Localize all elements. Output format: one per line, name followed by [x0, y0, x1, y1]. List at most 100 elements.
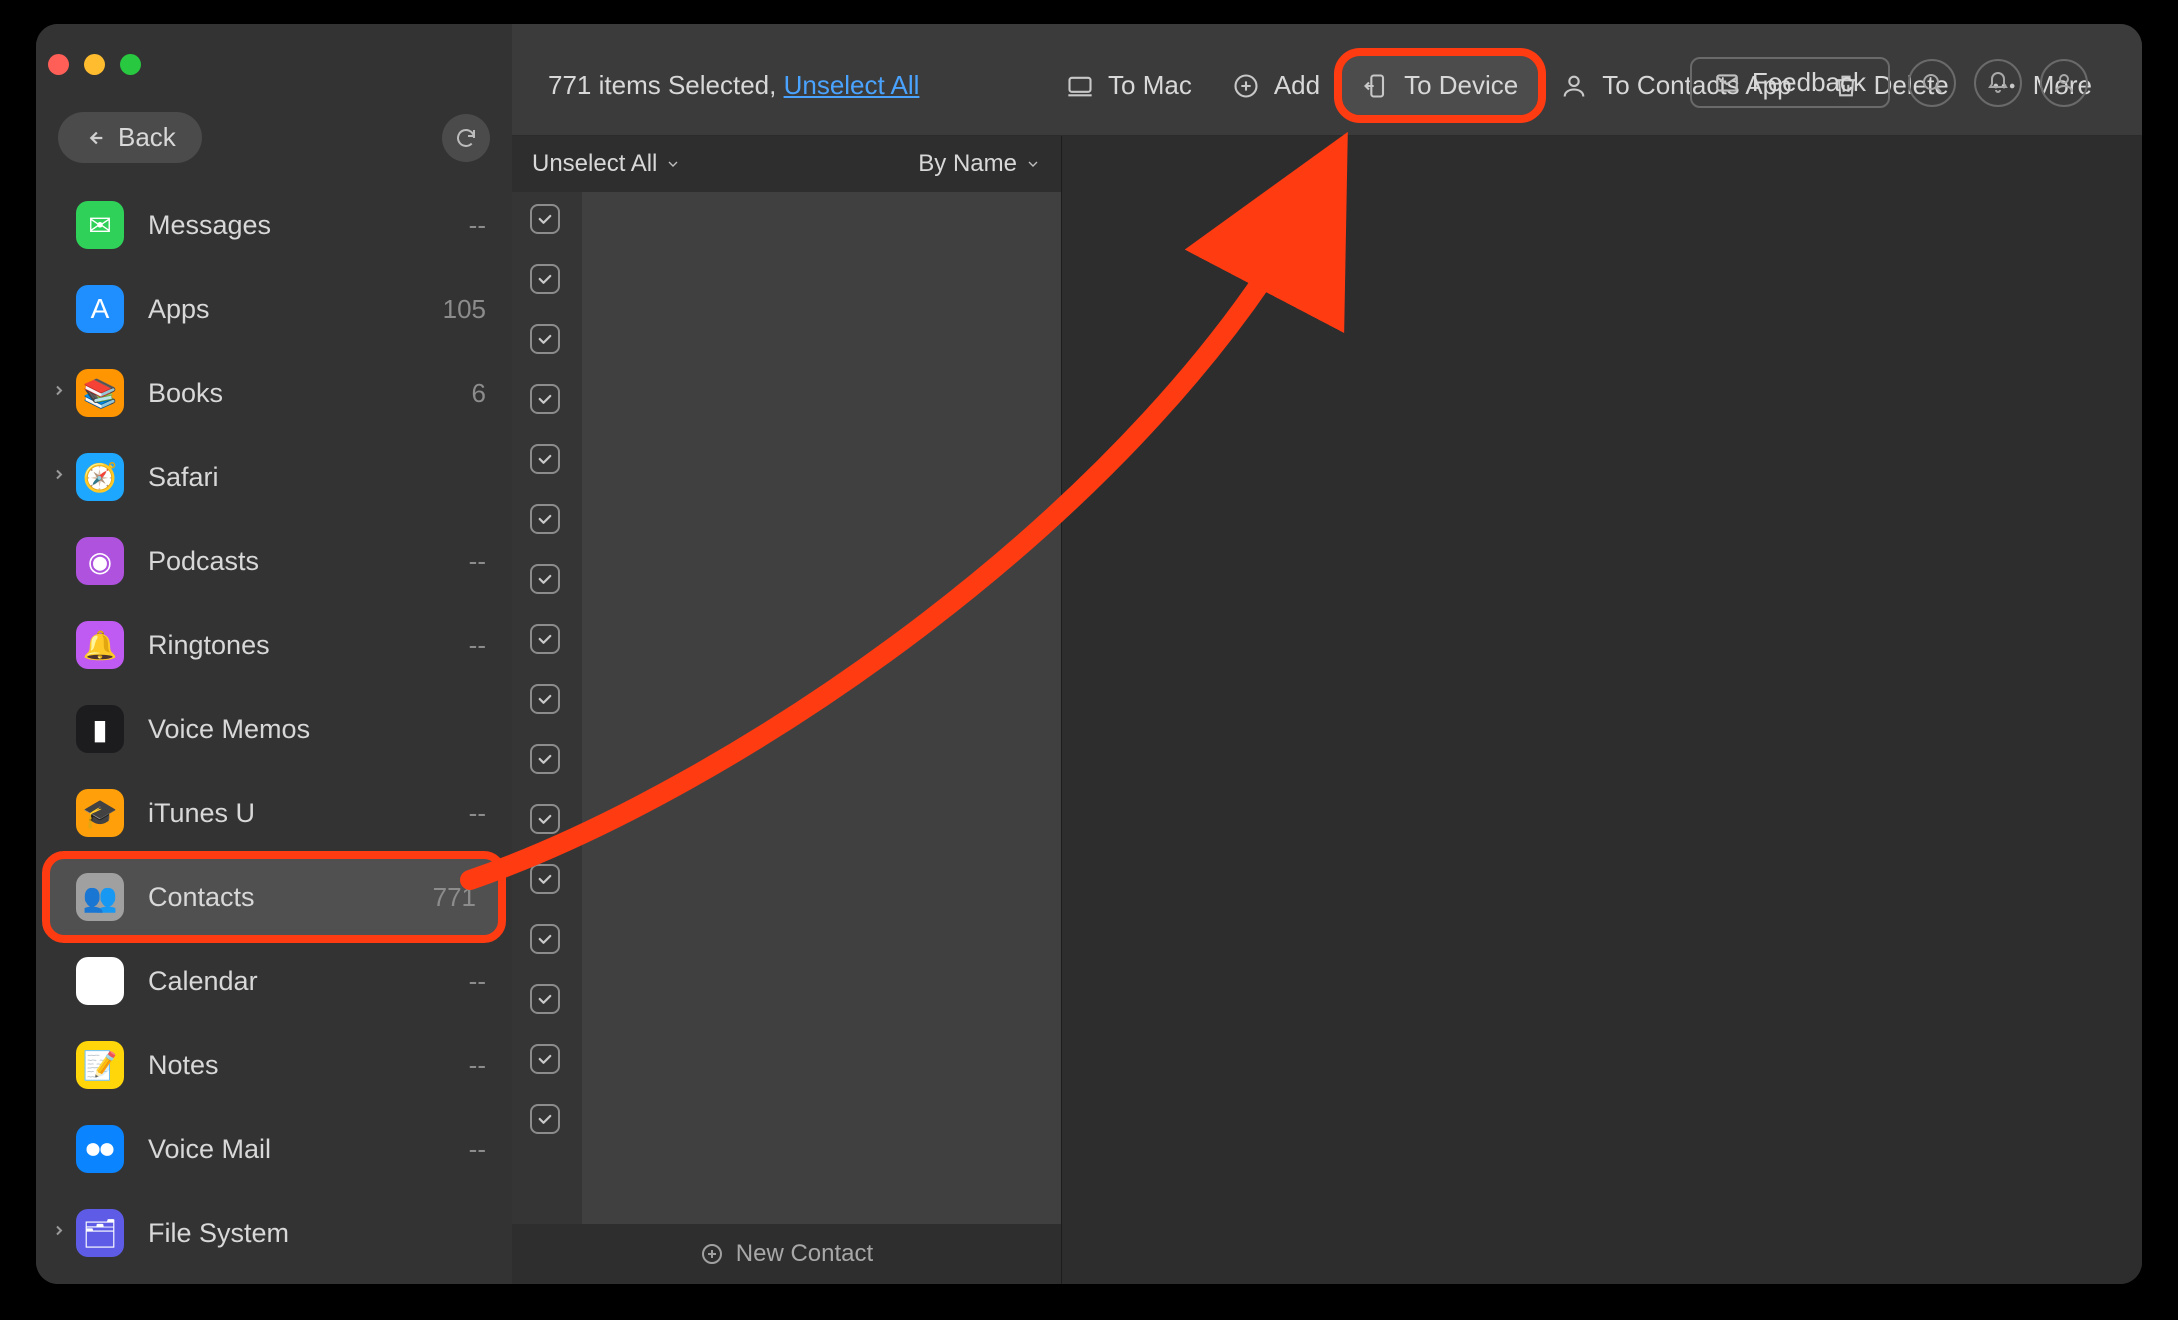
list-item[interactable] — [512, 324, 1061, 354]
to-mac-button[interactable]: To Mac — [1048, 60, 1210, 111]
checkbox[interactable] — [530, 1104, 560, 1134]
sort-dropdown[interactable]: By Name — [918, 150, 1041, 178]
list-item[interactable] — [512, 924, 1061, 954]
sort-label: By Name — [918, 150, 1017, 178]
account-button[interactable] — [2040, 59, 2088, 107]
sidebar-item-label: Contacts — [148, 882, 409, 913]
sidebar-item-books[interactable]: 📚Books6 — [36, 351, 512, 435]
list-item[interactable] — [512, 264, 1061, 294]
sidebar-item-label: Voice Mail — [148, 1134, 445, 1165]
add-label: Add — [1274, 70, 1320, 101]
detail-pane — [1062, 136, 2142, 1284]
new-contact-button[interactable]: New Contact — [512, 1224, 1061, 1284]
sidebar-item-contacts[interactable]: 👥Contacts771 — [46, 855, 502, 939]
list-item-cell — [580, 1098, 1043, 1140]
sidebar-item-label: Notes — [148, 1050, 445, 1081]
checkbox[interactable] — [530, 384, 560, 414]
list-item-cell — [580, 918, 1043, 960]
sidebar-item-podcasts[interactable]: ◉Podcasts-- — [36, 519, 512, 603]
sidebar-item-calendar[interactable]: 5Calendar-- — [36, 939, 512, 1023]
list-body[interactable] — [512, 192, 1061, 1224]
search-button[interactable] — [1908, 59, 1956, 107]
checkbox[interactable] — [530, 264, 560, 294]
user-icon — [2052, 71, 2076, 95]
list-item-cell — [580, 378, 1043, 420]
checkbox[interactable] — [530, 864, 560, 894]
contacts-list-pane: Unselect All By Name New Contact — [512, 136, 1062, 1284]
plus-circle-icon — [1232, 72, 1260, 100]
plus-circle-icon — [700, 1242, 724, 1266]
maximize-window-button[interactable] — [120, 54, 141, 75]
to-device-button[interactable]: To Device — [1342, 56, 1538, 115]
person-icon — [1560, 72, 1588, 100]
notifications-button[interactable] — [1974, 59, 2022, 107]
list-item[interactable] — [512, 384, 1061, 414]
close-window-button[interactable] — [48, 54, 69, 75]
list-item[interactable] — [512, 204, 1061, 234]
list-item-cell — [580, 858, 1043, 900]
minimize-window-button[interactable] — [84, 54, 105, 75]
checkbox[interactable] — [530, 504, 560, 534]
to-device-label: To Device — [1404, 70, 1518, 101]
sidebar-item-count: -- — [469, 966, 486, 997]
apps-icon: A — [76, 285, 124, 333]
list-item[interactable] — [512, 984, 1061, 1014]
list-item-cell — [580, 738, 1043, 780]
window-traffic-lights — [48, 54, 141, 75]
sidebar-item-apps[interactable]: AApps105 — [36, 267, 512, 351]
add-button[interactable]: Add — [1214, 60, 1338, 111]
list-item[interactable] — [512, 864, 1061, 894]
sidebar-item-safari[interactable]: 🧭Safari — [36, 435, 512, 519]
list-item[interactable] — [512, 444, 1061, 474]
checkbox[interactable] — [530, 444, 560, 474]
feedback-label: Feedback — [1752, 67, 1866, 98]
checkbox[interactable] — [530, 924, 560, 954]
sidebar-item-ringtones[interactable]: 🔔Ringtones-- — [36, 603, 512, 687]
list-item-cell — [580, 798, 1043, 840]
list-item-cell — [580, 618, 1043, 660]
list-item[interactable] — [512, 684, 1061, 714]
ringtones-icon: 🔔 — [76, 621, 124, 669]
sidebar-item-label: Voice Memos — [148, 714, 462, 745]
checkbox[interactable] — [530, 744, 560, 774]
checkbox[interactable] — [530, 204, 560, 234]
back-button[interactable]: Back — [58, 112, 202, 163]
checkbox[interactable] — [530, 684, 560, 714]
selection-label: 771 items Selected, — [548, 70, 784, 100]
checkbox[interactable] — [530, 324, 560, 354]
list-item[interactable] — [512, 1044, 1061, 1074]
mac-icon — [1066, 72, 1094, 100]
checkbox[interactable] — [530, 564, 560, 594]
checkbox[interactable] — [530, 1044, 560, 1074]
notes-icon: 📝 — [76, 1041, 124, 1089]
list-item[interactable] — [512, 744, 1061, 774]
unselect-all-link[interactable]: Unselect All — [784, 70, 920, 100]
sidebar-item-voicemail[interactable]: ⏺⏺Voice Mail-- — [36, 1107, 512, 1191]
contacts-icon: 👥 — [76, 873, 124, 921]
checkbox[interactable] — [530, 804, 560, 834]
chevron-down-icon — [1025, 156, 1041, 172]
feedback-button[interactable]: Feedback — [1690, 57, 1890, 108]
sidebar-item-messages[interactable]: ✉Messages-- — [36, 183, 512, 267]
sidebar-item-filesystem[interactable]: 🗂File System — [36, 1191, 512, 1275]
sidebar-item-notes[interactable]: 📝 Notes -- — [36, 1023, 512, 1107]
app-window: Feedback Back ✉Messages--AApps105📚Books6… — [36, 24, 2142, 1284]
sidebar-item-itunesu[interactable]: 🎓iTunes U-- — [36, 771, 512, 855]
list-item[interactable] — [512, 1104, 1061, 1134]
list-item[interactable] — [512, 804, 1061, 834]
checkbox[interactable] — [530, 624, 560, 654]
sidebar-item-count: -- — [469, 1050, 486, 1081]
sidebar-item-label: Podcasts — [148, 546, 445, 577]
sidebar-item-voicememos[interactable]: ▮Voice Memos — [36, 687, 512, 771]
checkbox[interactable] — [530, 984, 560, 1014]
sidebar-item-label: Messages — [148, 210, 445, 241]
refresh-button[interactable] — [442, 114, 490, 162]
sidebar-item-count: -- — [469, 546, 486, 577]
list-item[interactable] — [512, 504, 1061, 534]
sidebar: Back ✉Messages--AApps105📚Books6🧭Safari◉P… — [36, 24, 512, 1284]
unselect-all-dropdown[interactable]: Unselect All — [532, 150, 681, 178]
list-item[interactable] — [512, 624, 1061, 654]
list-item[interactable] — [512, 564, 1061, 594]
header-right: Feedback — [1690, 57, 2088, 108]
sidebar-item-label: Safari — [148, 462, 462, 493]
